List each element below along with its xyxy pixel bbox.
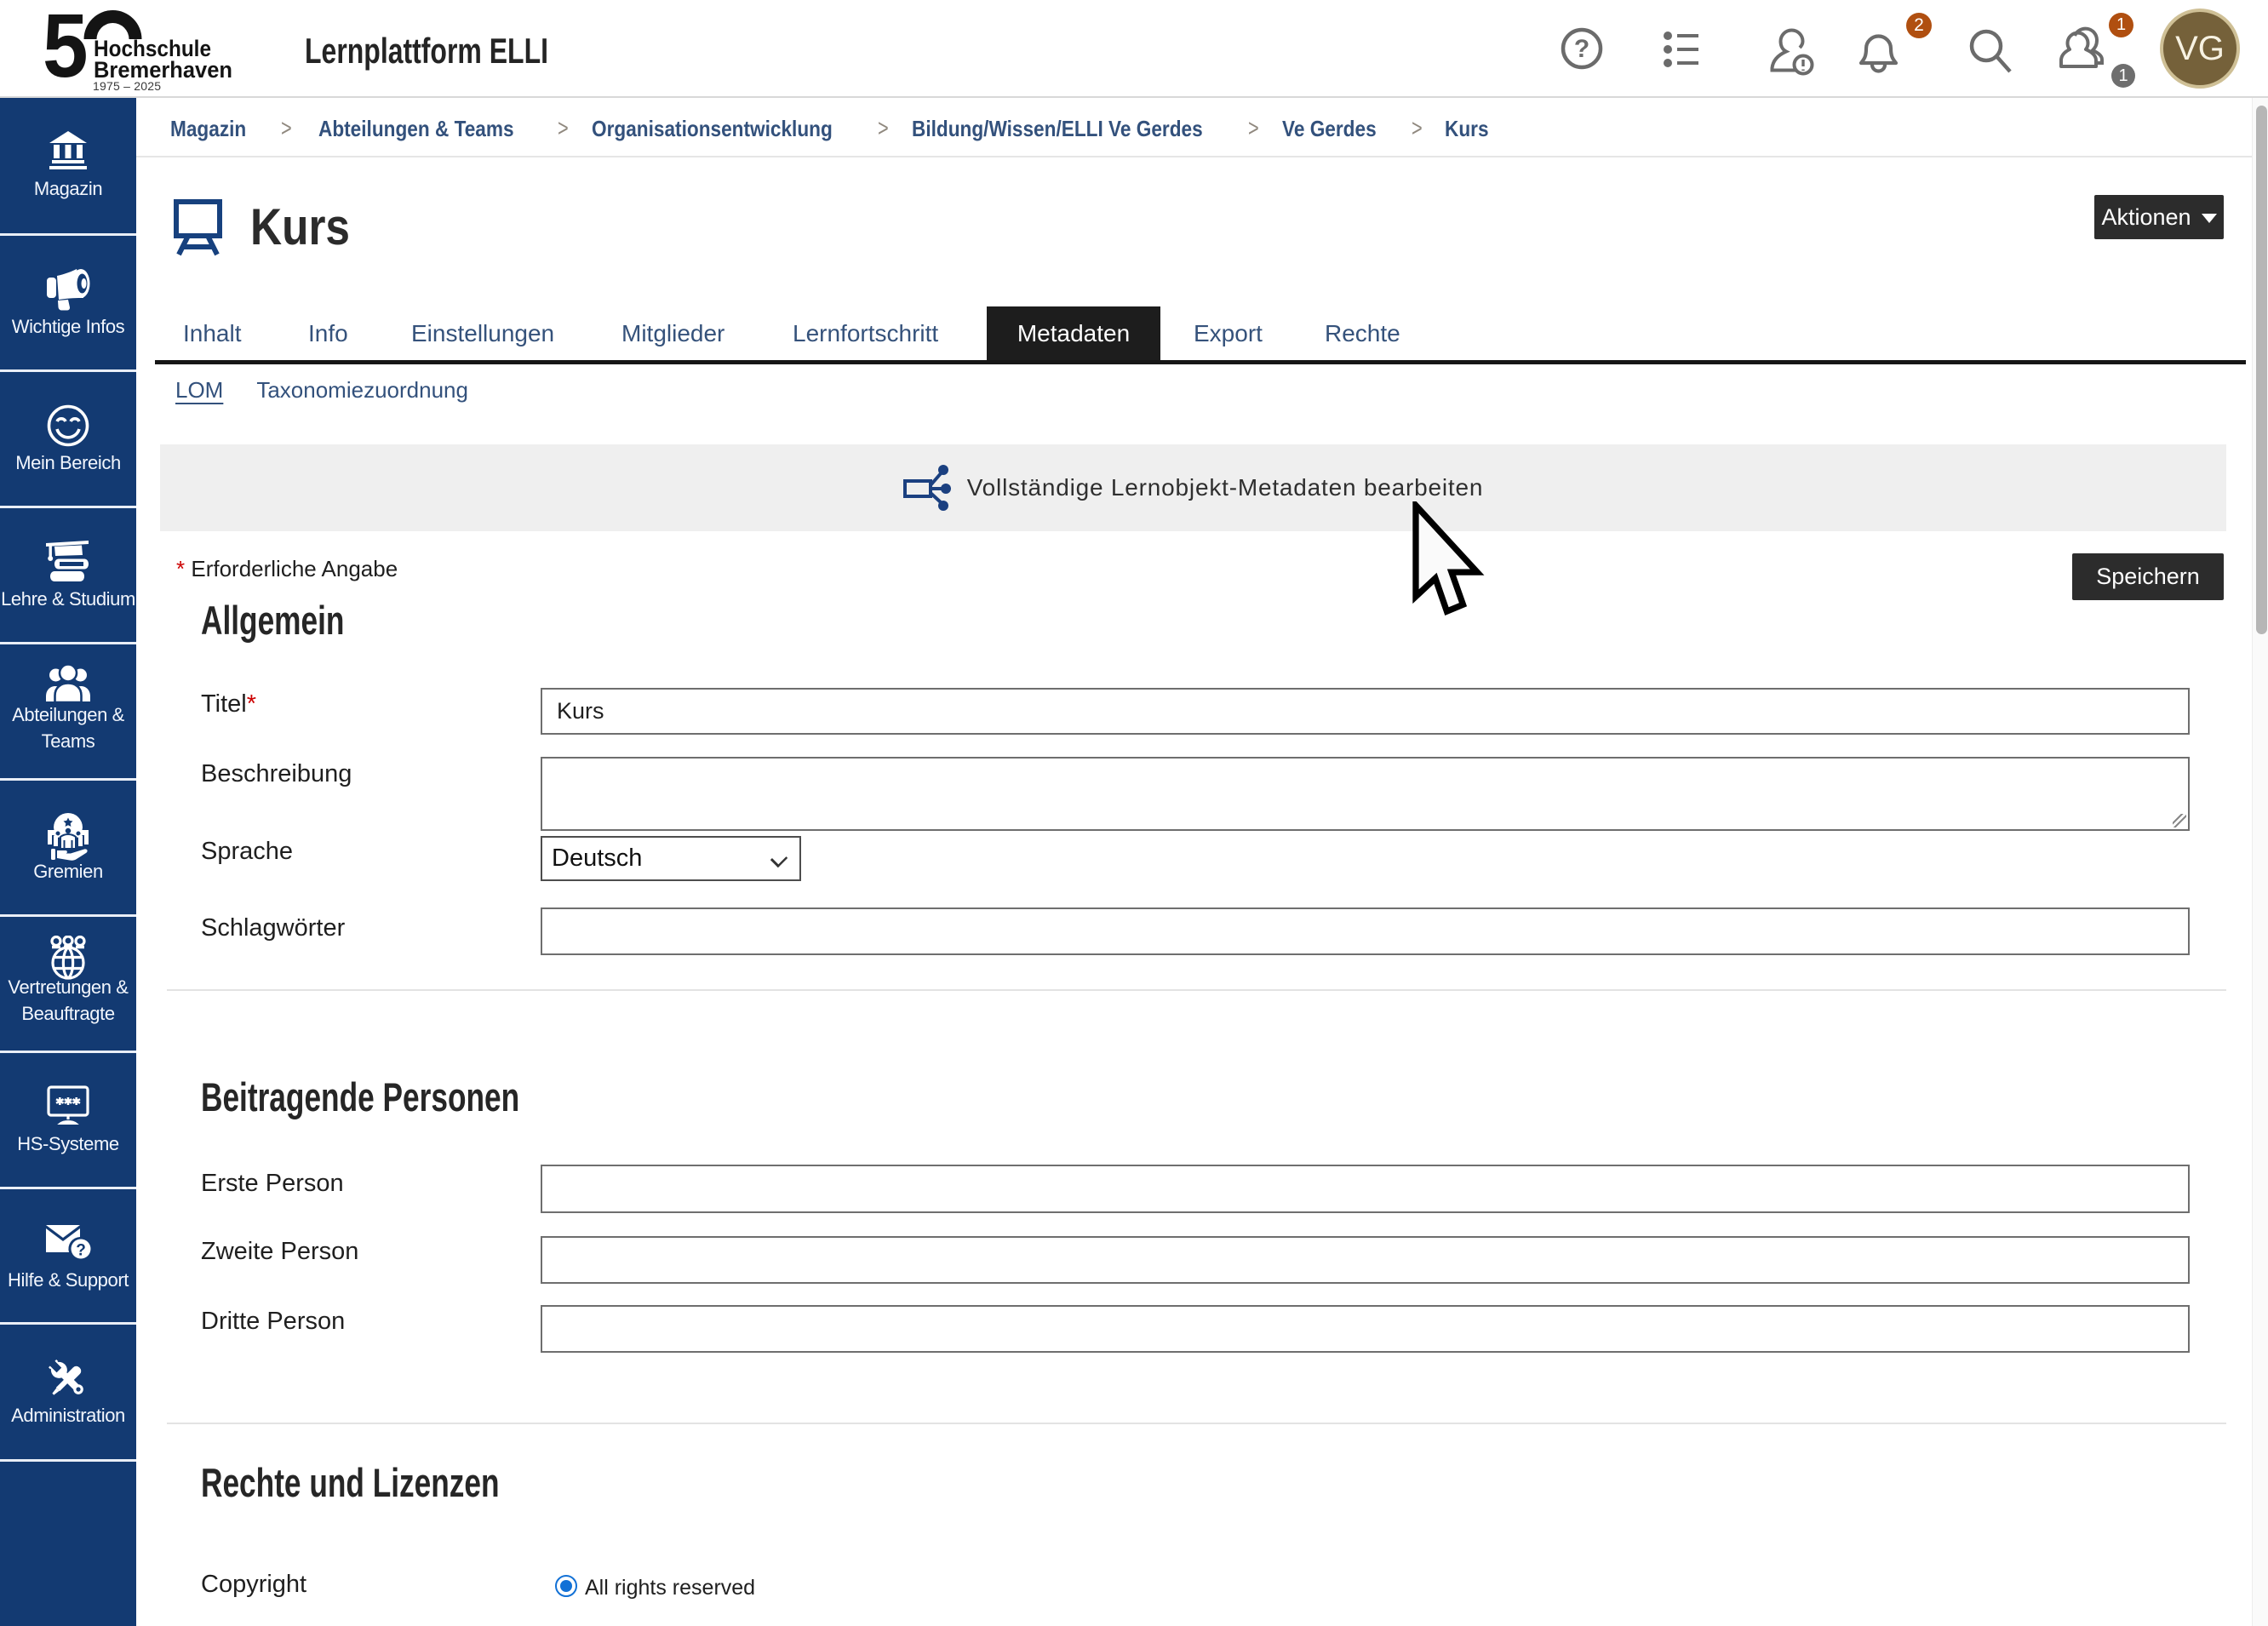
svg-text:?: ? bbox=[76, 1242, 86, 1260]
svg-text:Kurs: Kurs bbox=[250, 198, 350, 252]
svg-text:Lernplattform ELLI: Lernplattform ELLI bbox=[305, 31, 548, 71]
svg-text:?: ? bbox=[1574, 35, 1589, 63]
svg-text:5: 5 bbox=[43, 4, 89, 96]
svg-text:1975 – 2025: 1975 – 2025 bbox=[93, 79, 161, 93]
